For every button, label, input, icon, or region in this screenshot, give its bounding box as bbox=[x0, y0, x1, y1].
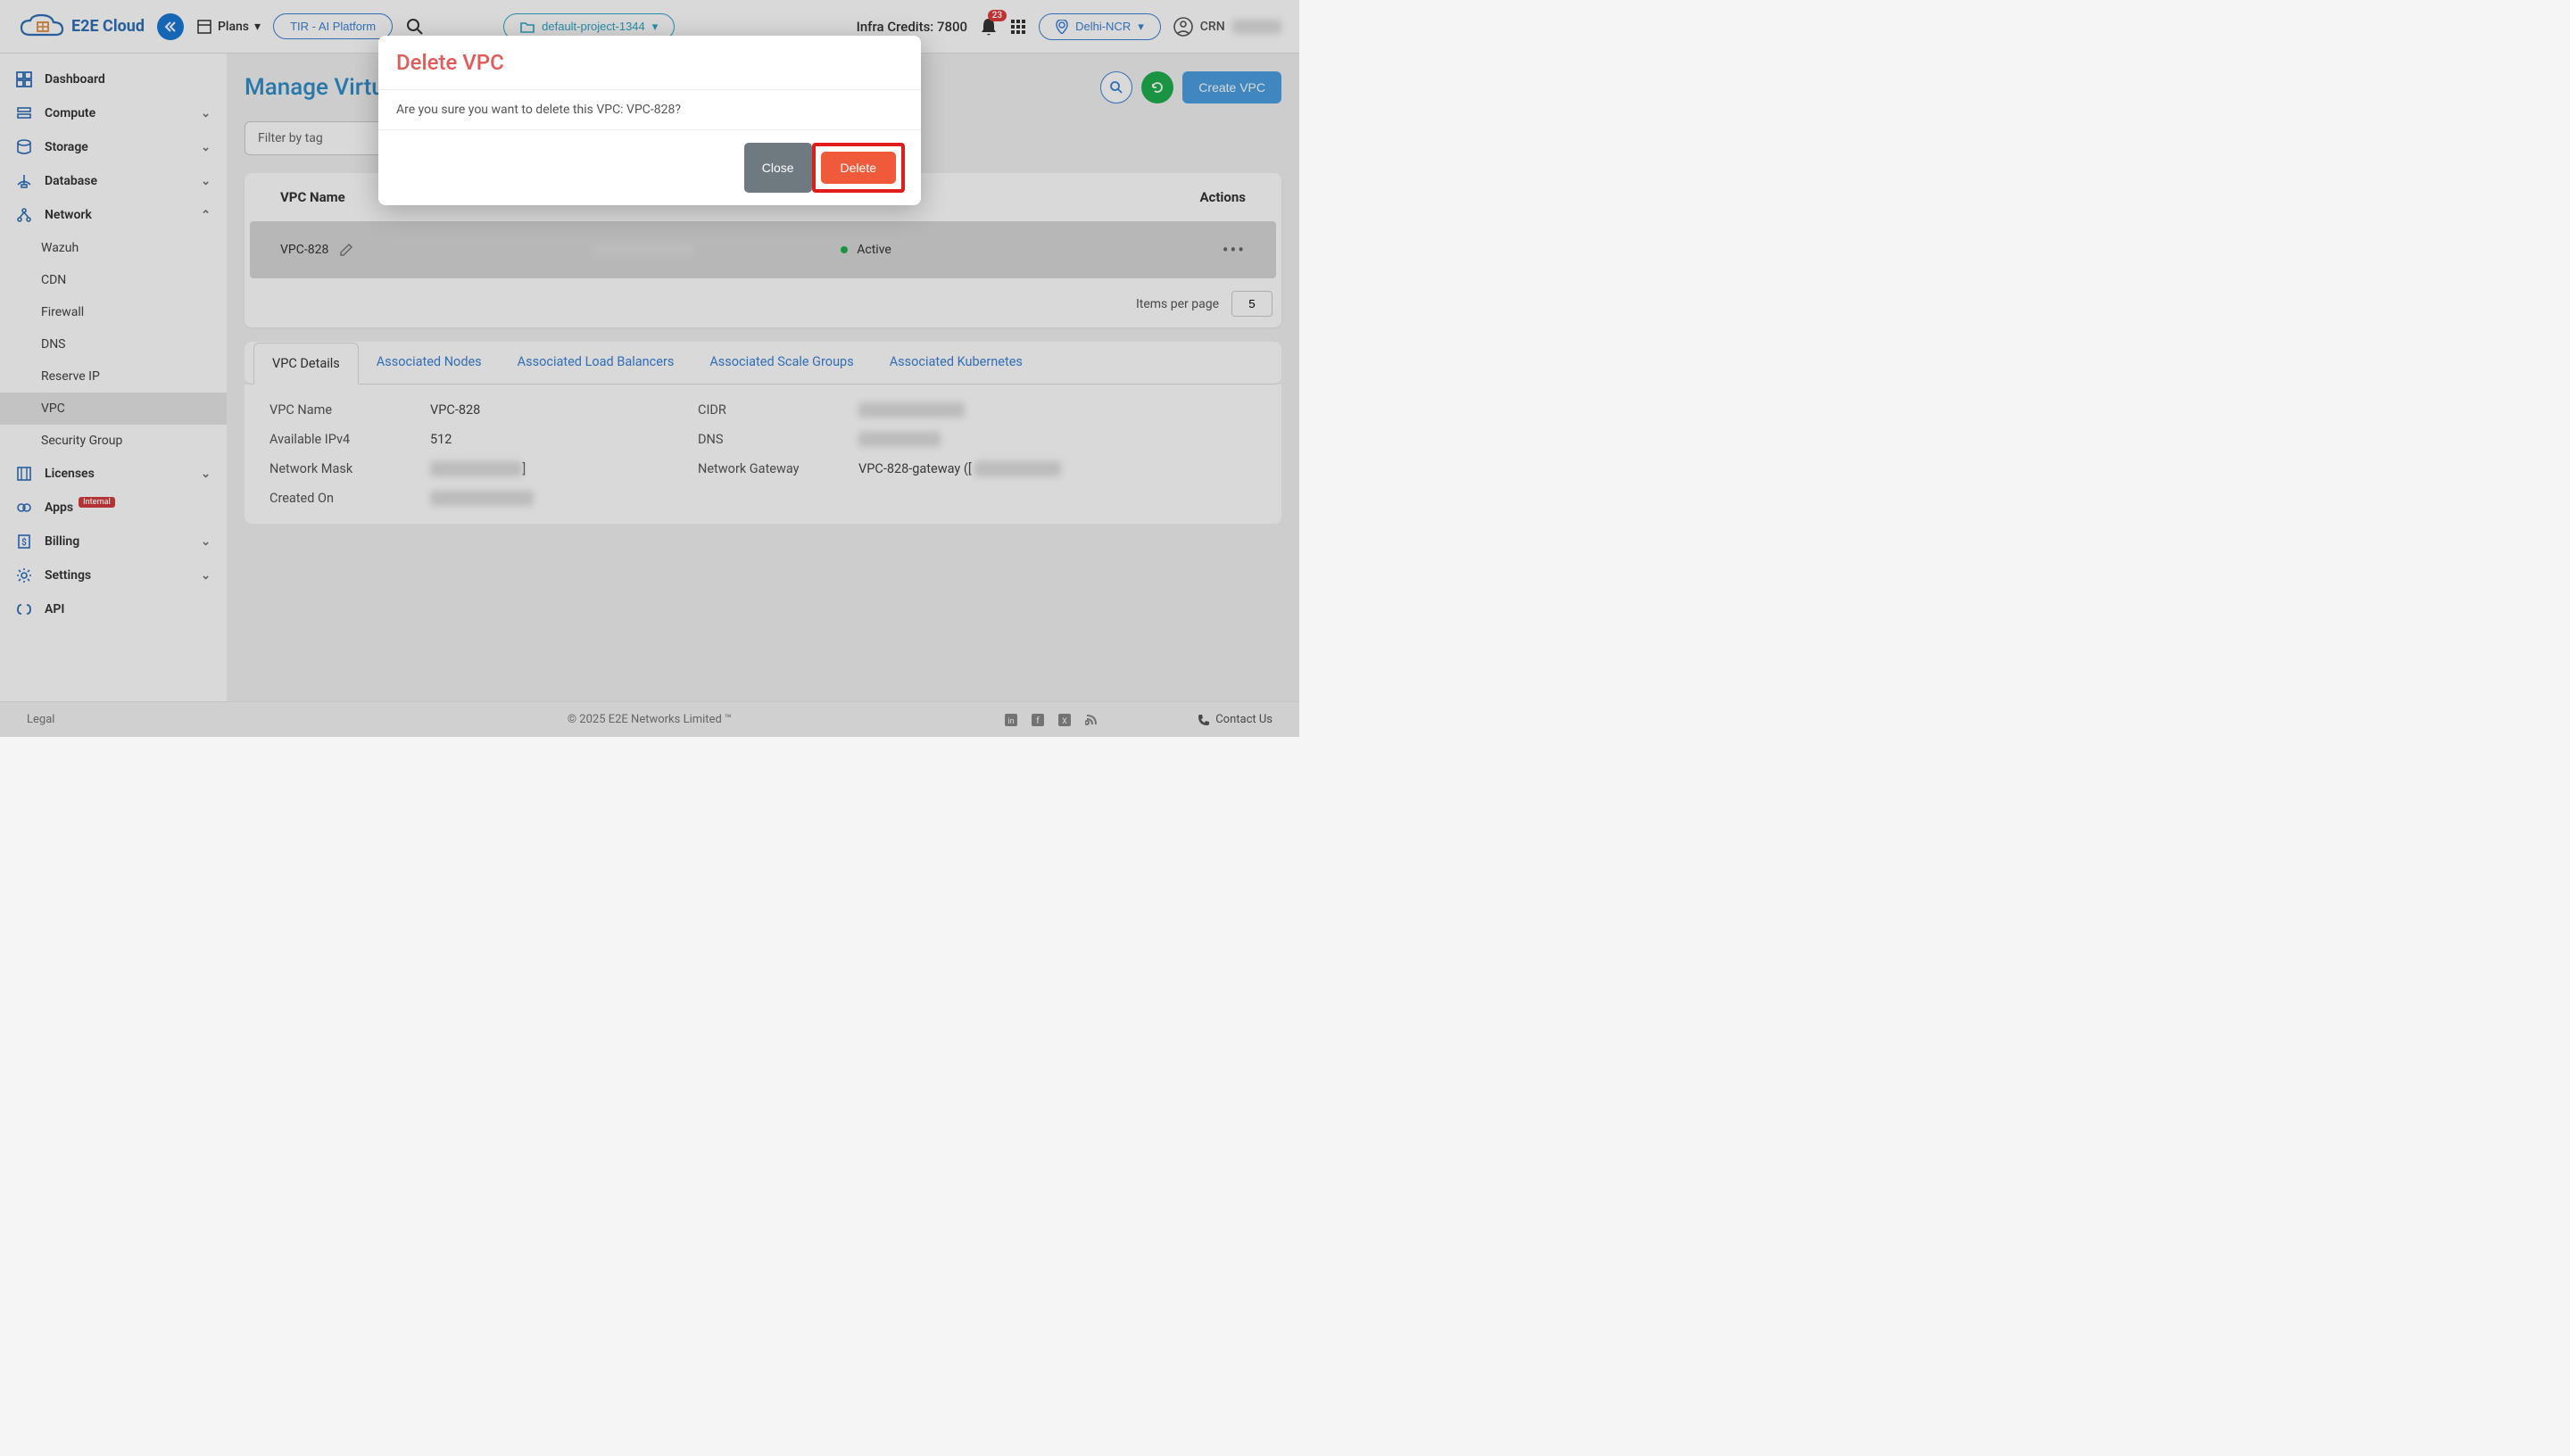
close-button[interactable]: Close bbox=[744, 143, 812, 193]
modal-title: Delete VPC bbox=[396, 50, 903, 75]
modal-body: Are you sure you want to delete this VPC… bbox=[378, 90, 921, 130]
delete-vpc-modal: Delete VPC Are you sure you want to dele… bbox=[378, 36, 921, 205]
delete-button-highlight: Delete bbox=[812, 143, 905, 193]
modal-footer: Close Delete bbox=[378, 130, 921, 205]
delete-button[interactable]: Delete bbox=[821, 152, 896, 184]
modal-header: Delete VPC bbox=[378, 36, 921, 90]
